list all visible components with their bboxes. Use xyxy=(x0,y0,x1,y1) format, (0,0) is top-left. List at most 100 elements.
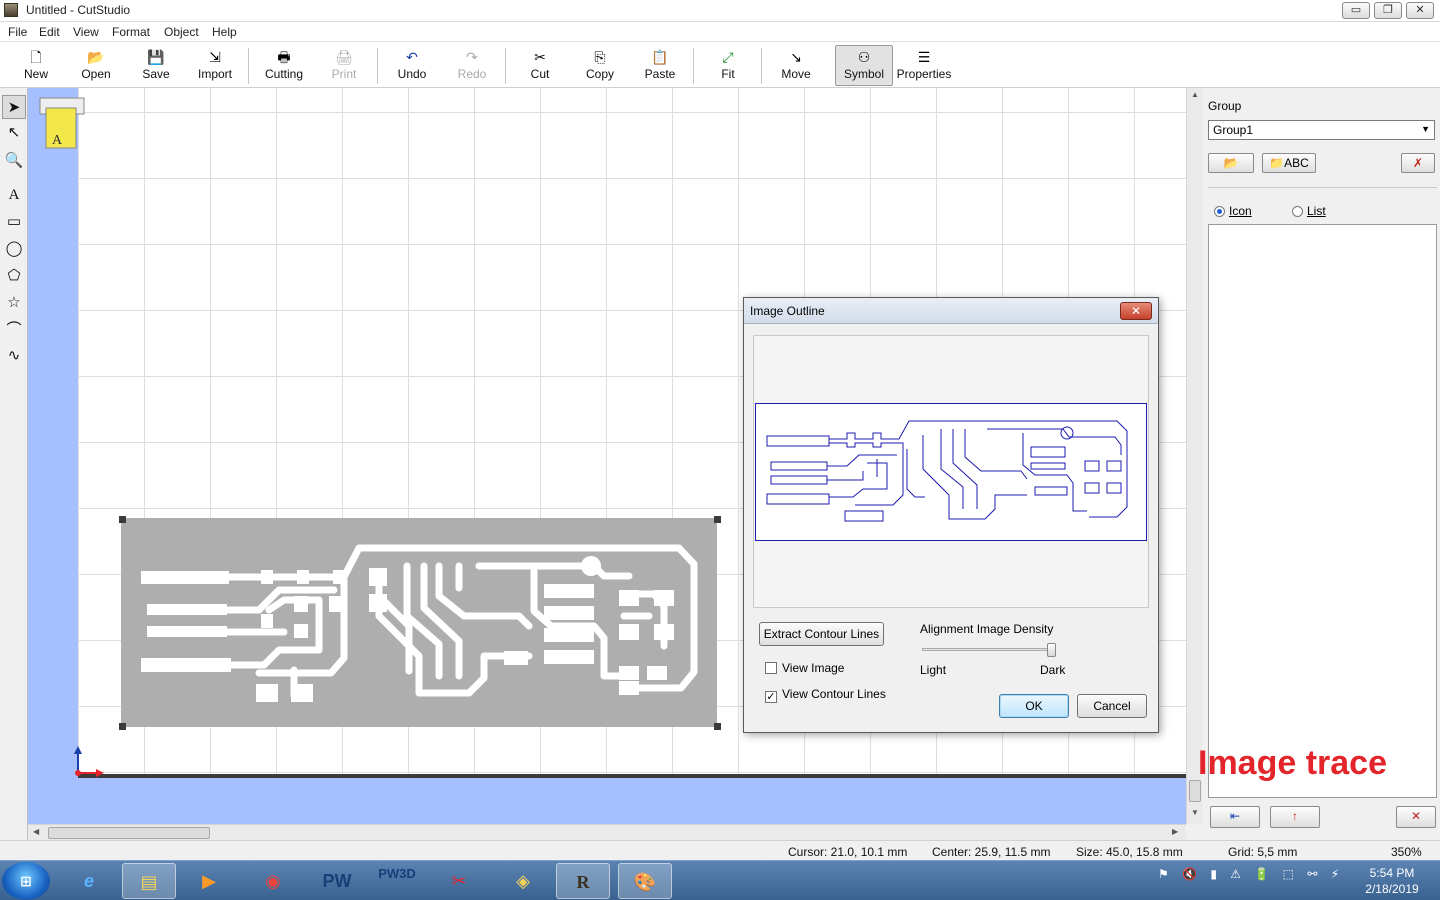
dialog-title-bar[interactable]: Image Outline ✕ xyxy=(744,298,1158,324)
zoom-tool-icon[interactable]: 🔍 xyxy=(2,149,26,173)
internet-explorer-taskbar-icon[interactable]: e xyxy=(62,863,116,899)
ok-button[interactable]: OK xyxy=(999,694,1069,718)
pw3d-taskbar-icon[interactable]: PW3D xyxy=(370,863,424,899)
open-button[interactable]: 📂 Open xyxy=(67,46,125,86)
menu-object[interactable]: Object xyxy=(164,25,199,39)
copy-icon: ⎘ xyxy=(594,49,606,65)
fit-label: Fit xyxy=(721,67,735,81)
image-outline-dialog: Image Outline ✕ Extract Contour Lines Al… xyxy=(743,297,1159,733)
view-image-checkbox[interactable]: View Image xyxy=(765,661,844,675)
star-tool-icon[interactable]: ☆ xyxy=(2,291,26,315)
dialog-close-button[interactable]: ✕ xyxy=(1120,302,1152,320)
add-text-symbol-button[interactable]: 📁ABC xyxy=(1262,153,1316,173)
symbol-list[interactable] xyxy=(1208,224,1437,798)
curve-tool-icon[interactable]: ∿ xyxy=(2,344,26,368)
view-icon-label: Icon xyxy=(1229,204,1252,218)
rectangle-tool-icon[interactable]: ▭ xyxy=(2,210,26,234)
copy-button[interactable]: ⎘ Copy xyxy=(571,46,629,86)
scroll-down-icon[interactable]: ▼ xyxy=(1191,808,1199,817)
taskbar: ⊞ e ▤ ▶ ◉ PW PW3D ✂ ◈ R 🎨 ⚑ 🔇 ▮ ⚠ 🔋 ⬚ ⚯ … xyxy=(0,860,1440,900)
insert-arrow-icon: ⇤ xyxy=(1229,809,1241,823)
outline-preview xyxy=(753,335,1149,608)
insert-symbol-button[interactable]: ⇤ xyxy=(1210,806,1260,828)
new-button[interactable]: 🗋 New xyxy=(7,46,65,86)
redo-icon: ↷ xyxy=(466,49,478,65)
menu-view[interactable]: View xyxy=(73,25,99,39)
undo-button[interactable]: ↶ Undo xyxy=(383,46,441,86)
drawing-tools: ➤ ↖ 🔍 A ▭ ◯ ⬠ ☆ ⌒ ∿ xyxy=(0,88,28,840)
dialog-title: Image Outline xyxy=(750,304,825,318)
view-contour-lines-label: View Contour Lines xyxy=(782,687,886,701)
chrome-taskbar-icon[interactable]: ◉ xyxy=(246,863,300,899)
up-arrow-icon: ↑ xyxy=(1292,809,1298,823)
fit-button[interactable]: ⤢ Fit xyxy=(699,46,757,86)
copy-label: Copy xyxy=(585,67,614,81)
window-title: Untitled - CutStudio xyxy=(26,3,131,17)
system-tray-icons[interactable]: ⚑ 🔇 ▮ ⚠ 🔋 ⬚ ⚯ ⚡ xyxy=(1158,867,1344,881)
pcb-image-selection[interactable] xyxy=(119,516,721,730)
extract-contour-lines-button[interactable]: Extract Contour Lines xyxy=(759,622,884,646)
properties-button[interactable]: ☰ Properties xyxy=(895,46,953,86)
toolbar-separator xyxy=(761,48,762,84)
scroll-right-icon[interactable]: ▶ xyxy=(1172,827,1178,836)
cut-button[interactable]: ✂ Cut xyxy=(511,46,569,86)
view-list-radio[interactable]: List xyxy=(1292,204,1326,218)
media-player-taskbar-icon[interactable]: ▶ xyxy=(182,863,236,899)
export-symbol-button[interactable]: ↑ xyxy=(1270,806,1320,828)
polygon-tool-icon[interactable]: ⬠ xyxy=(2,264,26,288)
close-window-button[interactable]: ✕ xyxy=(1406,2,1434,19)
minimize-button[interactable]: ▭ xyxy=(1342,2,1370,19)
horizontal-scrollbar[interactable]: ◀ ▶ xyxy=(28,824,1186,840)
menu-bar: File Edit View Format Object Help xyxy=(0,22,1440,42)
polyline-tool-icon[interactable]: ⌒ xyxy=(2,318,26,342)
cutstudio-taskbar-icon[interactable]: R xyxy=(556,863,610,899)
import-button[interactable]: ⇲ Import xyxy=(186,46,244,86)
redo-button[interactable]: ↷ Redo xyxy=(443,46,501,86)
print-button[interactable]: 🖨 Print xyxy=(315,46,373,86)
clock[interactable]: 5:54 PM 2/18/2019 xyxy=(1360,865,1424,897)
symbol-button[interactable]: ⚇ Symbol xyxy=(835,45,893,86)
vertical-scrollbar[interactable]: ▲ ▼ xyxy=(1186,88,1202,824)
scroll-left-icon[interactable]: ◀ xyxy=(33,827,39,836)
scroll-up-icon[interactable]: ▲ xyxy=(1191,90,1199,99)
cutting-master-taskbar-icon[interactable]: ◈ xyxy=(496,863,550,899)
menu-file[interactable]: File xyxy=(8,25,27,39)
paint-taskbar-icon[interactable]: 🎨 xyxy=(618,863,672,899)
group-dropdown[interactable]: Group1 ▼ xyxy=(1208,120,1435,140)
ellipse-tool-icon[interactable]: ◯ xyxy=(2,237,26,261)
scissors-taskbar-icon[interactable]: ✂ xyxy=(432,863,486,899)
restore-button[interactable]: ❐ xyxy=(1374,2,1402,19)
zoom-readout: 350% xyxy=(1391,845,1422,859)
file-explorer-taskbar-icon[interactable]: ▤ xyxy=(122,863,176,899)
paste-button[interactable]: 📋 Paste xyxy=(631,46,689,86)
horizontal-scroll-thumb[interactable] xyxy=(48,827,210,839)
delete-symbol-button[interactable]: ✕ xyxy=(1396,806,1436,828)
add-symbol-button[interactable]: 📂 xyxy=(1208,153,1254,173)
density-slider-track[interactable] xyxy=(922,648,1056,651)
view-contour-lines-checkbox[interactable]: ✓ View Contour Lines xyxy=(765,687,886,703)
menu-edit[interactable]: Edit xyxy=(39,25,60,39)
chevron-down-icon: ▼ xyxy=(1421,124,1430,134)
status-bar: Cursor: 21.0, 10.1 mm Center: 25.9, 11.5… xyxy=(0,840,1440,860)
edit-points-tool-icon[interactable]: ↖ xyxy=(2,121,26,145)
clock-time: 5:54 PM xyxy=(1369,866,1415,880)
vertical-scroll-thumb[interactable] xyxy=(1189,780,1201,802)
density-slider-thumb[interactable] xyxy=(1046,643,1056,657)
toolbar-separator xyxy=(377,48,378,84)
select-tool-icon[interactable]: ➤ xyxy=(2,95,26,119)
delete-group-button[interactable]: ✗ xyxy=(1401,153,1435,173)
abc-label: ABC xyxy=(1284,156,1309,170)
move-button[interactable]: ↘ Move xyxy=(767,46,825,86)
text-tool-icon[interactable]: A xyxy=(2,183,26,207)
view-icon-radio[interactable]: Icon xyxy=(1214,204,1252,218)
save-button[interactable]: 💾 Save xyxy=(127,46,185,86)
undo-label: Undo xyxy=(397,67,427,81)
pw-taskbar-icon[interactable]: PW xyxy=(310,863,364,899)
cutting-button[interactable]: 🖶 Cutting xyxy=(255,46,313,86)
print-label: Print xyxy=(331,67,357,81)
checkbox-checked-icon: ✓ xyxy=(765,691,777,703)
menu-format[interactable]: Format xyxy=(112,25,150,39)
menu-help[interactable]: Help xyxy=(212,25,237,39)
start-button[interactable]: ⊞ xyxy=(2,862,50,900)
cancel-button[interactable]: Cancel xyxy=(1077,694,1147,718)
